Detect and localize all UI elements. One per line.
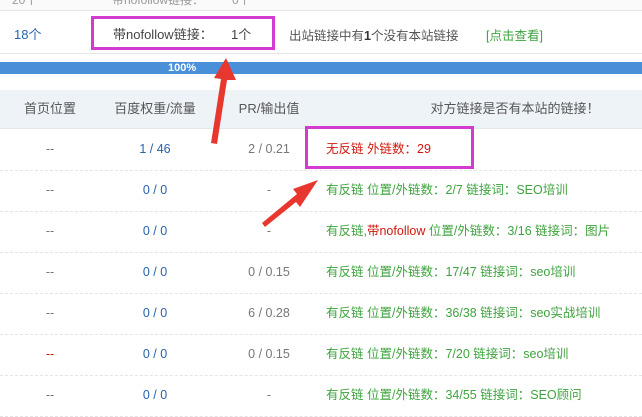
annotation-arrows	[211, 58, 318, 227]
arrow-up-nofollow	[211, 58, 236, 144]
arrow-to-no-backlink	[262, 180, 318, 227]
